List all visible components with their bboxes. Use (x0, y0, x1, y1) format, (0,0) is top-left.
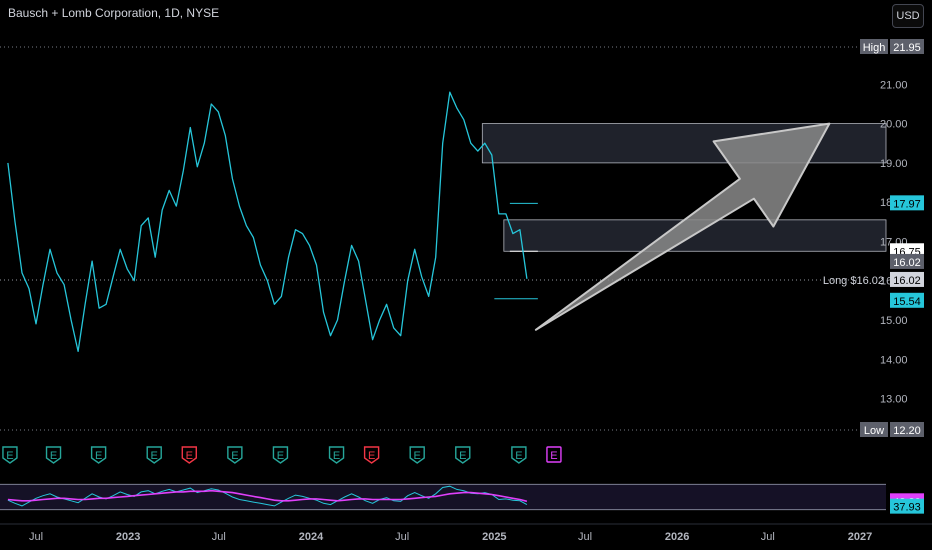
price-label-3: 16.02 (890, 253, 924, 269)
rsi-pane (0, 483, 886, 511)
x-tick-label: 2027 (848, 531, 872, 543)
x-tick-label: Jul (29, 531, 43, 543)
time-axis: Jul 2023 Jul 2024 Jul 2025 Jul 2026 Jul 2027 (0, 523, 932, 543)
earnings-marker-9: E (409, 446, 425, 464)
y-tick-label: 20.00 (880, 119, 908, 131)
y-tick-label: 13.00 (880, 394, 908, 406)
y-tick-label: 14.00 (880, 354, 908, 366)
earnings-marker-10: E (455, 446, 471, 464)
earnings-marker-label: E (277, 450, 284, 462)
x-tick-label: 2023 (116, 531, 140, 543)
price-label-value: 17.97 (893, 198, 921, 210)
x-tick-label: Jul (212, 531, 226, 543)
earnings-marker-label: E (186, 450, 193, 462)
y-tick-label: 15.00 (880, 315, 908, 327)
earnings-marker-0: E (2, 446, 18, 464)
price-line (7, 91, 528, 353)
rsi-value-labels: 43.2037.93 (890, 493, 924, 514)
x-tick-label: Jul (395, 531, 409, 543)
earnings-marker-7: E (328, 446, 345, 464)
price-label-value: 15.54 (893, 296, 921, 308)
x-tick-label: 2026 (665, 531, 689, 543)
earnings-marker-label: E (50, 450, 57, 462)
earnings-marker-label: E (6, 450, 13, 462)
earnings-marker-label: E (151, 450, 158, 462)
earnings-marker-2: E (90, 446, 107, 464)
earnings-marker-11: E (511, 446, 527, 464)
earnings-marker-5: E (227, 446, 243, 464)
earnings-marker-label: E (414, 450, 421, 462)
earnings-marker-label: E (459, 450, 466, 462)
price-axis: 13.0014.0015.0016.0017.0018.0019.0020.00… (880, 79, 908, 405)
earnings-marker-4: E (181, 446, 197, 464)
earnings-marker-3: E (146, 446, 162, 464)
rsi-label: 37.93 (893, 502, 921, 514)
price-label-value: 12.20 (893, 425, 921, 437)
earnings-markers: EEEEEEEEEEEEE (2, 446, 562, 464)
earnings-marker-12: E (546, 446, 562, 463)
earnings-marker-label: E (550, 450, 557, 462)
price-labels: High 21.9517.9716.7516.0216.0215.54Low 12.… (823, 39, 924, 514)
earnings-marker-label: E (333, 450, 340, 462)
earnings-marker-6: E (272, 446, 289, 464)
y-tick-label: 21.00 (880, 79, 908, 91)
price-label-value: 16.02 (893, 257, 921, 269)
price-label-6: Low 12.20 (860, 422, 924, 437)
price-label-1: 17.97 (890, 195, 924, 211)
long-entry-text: Long $16.02 (823, 275, 884, 287)
x-tick-label: 2024 (299, 531, 324, 543)
earnings-marker-1: E (45, 446, 62, 464)
earnings-marker-label: E (368, 450, 375, 462)
price-label-0: High 21.95 (860, 39, 924, 54)
price-label-prefix: Low (864, 425, 884, 437)
price-label-4: 16.02 (890, 271, 924, 287)
level-lines (494, 202, 538, 300)
chart-title: Bausch + Lomb Corporation, 1D, NYSE (8, 6, 220, 20)
earnings-marker-label: E (515, 450, 522, 462)
price-chart[interactable]: EEEEEEEEEEEEE 13.0014.0015.0016.0017.001… (0, 0, 932, 550)
price-label-5: 15.54 (890, 292, 924, 308)
earnings-marker-label: E (231, 450, 238, 462)
x-tick-label: Jul (761, 531, 775, 543)
x-tick-label: Jul (578, 531, 592, 543)
earnings-marker-label: E (95, 450, 102, 462)
price-label-prefix: High (863, 42, 886, 54)
currency-button[interactable]: USD (892, 4, 924, 28)
price-label-value: 21.95 (893, 42, 921, 54)
price-label-value: 16.02 (893, 275, 921, 287)
long-entry-label: Long $16.02 (823, 275, 884, 287)
y-tick-label: 19.00 (880, 158, 908, 170)
x-tick-label: 2025 (482, 531, 506, 543)
rsi-band (0, 484, 886, 510)
earnings-marker-8: E (363, 446, 380, 464)
